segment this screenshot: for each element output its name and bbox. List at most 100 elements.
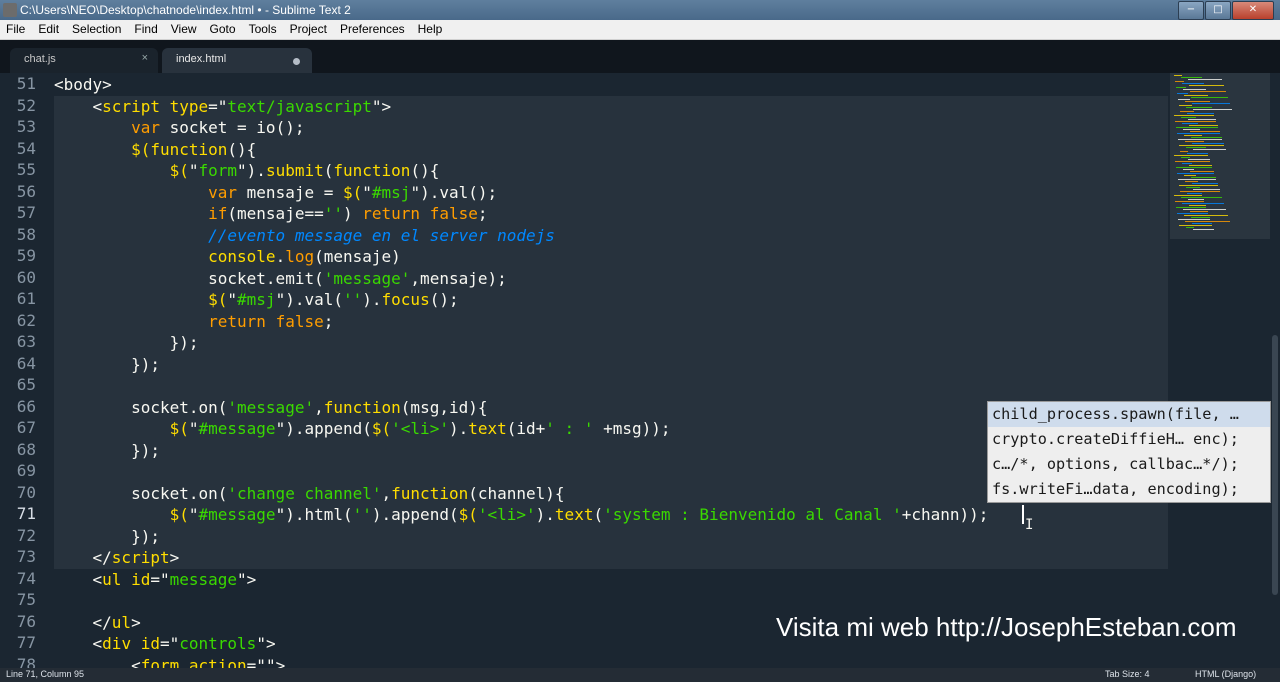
- code-line[interactable]: <body>: [54, 74, 112, 95]
- autocomplete-item[interactable]: child_process.spawn(file, …: [988, 402, 1270, 427]
- code-line[interactable]: <ul id="message">: [54, 569, 257, 590]
- code-line[interactable]: });: [54, 332, 199, 353]
- unsaved-dot-icon[interactable]: [293, 58, 300, 65]
- line-number: 62: [16, 310, 36, 330]
- code-line[interactable]: });: [54, 440, 160, 461]
- line-number: 78: [16, 654, 36, 669]
- menu-help[interactable]: Help: [412, 20, 450, 39]
- line-number: 60: [16, 267, 36, 287]
- tab-chat-js[interactable]: chat.js ×: [10, 48, 158, 73]
- minimap-line: [1189, 205, 1206, 206]
- line-number: 74: [16, 568, 36, 588]
- syntax-indicator[interactable]: HTML (Django): [1195, 669, 1256, 679]
- code-line[interactable]: });: [54, 354, 160, 375]
- code-token: socket = io();: [159, 118, 305, 137]
- code-line[interactable]: if(mensaje=='') return false;: [54, 203, 487, 224]
- code-line[interactable]: //evento message en el server nodejs: [54, 225, 555, 246]
- code-token: =": [150, 569, 170, 589]
- sublime-app-icon: [3, 3, 17, 17]
- code-line[interactable]: </ul>: [54, 612, 141, 633]
- tab-close-icon[interactable]: ×: [142, 52, 148, 64]
- code-line[interactable]: return false;: [54, 311, 333, 332]
- code-token: .: [275, 247, 286, 266]
- minimap-line: [1177, 93, 1188, 94]
- menu-tools[interactable]: Tools: [243, 20, 284, 39]
- code-token: ").html(: [275, 505, 353, 524]
- code-token: ": [188, 419, 199, 438]
- code-token: =": [208, 96, 228, 116]
- minimap-line: [1178, 219, 1210, 220]
- minimap-line: [1191, 97, 1228, 98]
- menu-preferences[interactable]: Preferences: [334, 20, 412, 39]
- menu-selection[interactable]: Selection: [66, 20, 128, 39]
- menu-edit[interactable]: Edit: [32, 20, 66, 39]
- autocomplete-item[interactable]: fs.writeFi…data, encoding);: [988, 477, 1270, 502]
- code-token: >: [169, 548, 180, 567]
- code-line[interactable]: $("form").submit(function(){: [54, 160, 440, 181]
- line-number: 54: [16, 138, 36, 158]
- code-token: return: [208, 311, 266, 331]
- code-line[interactable]: socket.on('message',function(msg,id){: [54, 397, 488, 418]
- code-token: });: [54, 526, 160, 546]
- minimap-line: [1176, 207, 1206, 208]
- autocomplete-popup[interactable]: child_process.spawn(file, … crypto.creat…: [987, 401, 1271, 503]
- line-number: 53: [16, 117, 36, 136]
- minimap-line: [1182, 203, 1224, 204]
- code-line[interactable]: var mensaje = $("#msj").val();: [54, 182, 497, 203]
- line-number: 75: [16, 590, 36, 609]
- code-line[interactable]: $("#message").html('').append($('<li>').…: [54, 504, 989, 525]
- autocomplete-item[interactable]: c…/*, options, callbac…*/);: [988, 452, 1270, 477]
- minimap-line: [1190, 131, 1220, 132]
- status-bar: Line 71, Column 95 Tab Size: 4 HTML (Dja…: [0, 668, 1280, 682]
- tab-index-html[interactable]: index.html: [162, 48, 312, 73]
- code-token: (msg,id){: [400, 397, 488, 417]
- minimap-line: [1191, 177, 1216, 178]
- code-token: form: [198, 161, 238, 180]
- selection-highlight: [54, 353, 1168, 375]
- code-editor[interactable]: 51 52 53 54 55 56 57 58 59 60 61 62 63 64 65 66 67 68 69 70…: [0, 73, 1170, 668]
- code-line[interactable]: </script>: [54, 547, 180, 568]
- minimap-line: [1189, 85, 1224, 86]
- line-number: 72: [16, 525, 36, 545]
- code-line[interactable]: socket.emit('message',mensaje);: [54, 268, 507, 289]
- text-cursor: [1022, 505, 1024, 524]
- minimap[interactable]: [1170, 73, 1270, 668]
- menu-view[interactable]: View: [165, 20, 204, 39]
- minimap-line: [1174, 115, 1214, 116]
- title-bar: C:\Users\NEO\Desktop\chatnode\index.html…: [0, 0, 1280, 20]
- code-token: mensaje =: [237, 182, 343, 202]
- code-token: 'change channel': [227, 483, 382, 503]
- menu-goto[interactable]: Goto: [204, 20, 243, 39]
- minimap-line: [1188, 159, 1210, 160]
- code-token: '<li>': [391, 419, 449, 438]
- menu-file[interactable]: File: [0, 20, 32, 39]
- code-token: });: [54, 440, 160, 460]
- code-token: console: [208, 247, 276, 266]
- code-line[interactable]: socket.on('change channel',function(chan…: [54, 483, 564, 504]
- maximize-button[interactable]: □: [1205, 1, 1231, 20]
- code-line[interactable]: $("#msj").val('').focus();: [54, 289, 458, 310]
- code-line[interactable]: <div id="controls">: [54, 633, 276, 654]
- minimize-button[interactable]: −: [1178, 1, 1204, 20]
- code-line[interactable]: <form action="">: [54, 655, 285, 669]
- code-line[interactable]: <script type="text/javascript">: [54, 96, 392, 117]
- minimap-line: [1189, 125, 1218, 126]
- tab-size-indicator[interactable]: Tab Size: 4: [1105, 669, 1150, 679]
- code-token: +msg));: [593, 419, 671, 438]
- mouse-ibeam-icon: I: [1025, 517, 1034, 533]
- code-line[interactable]: $(function(){: [54, 139, 256, 160]
- minimap-line: [1179, 225, 1212, 226]
- close-window-button[interactable]: ✕: [1232, 1, 1274, 20]
- autocomplete-item[interactable]: crypto.createDiffieH… enc);: [988, 427, 1270, 452]
- code-line[interactable]: var socket = io();: [54, 117, 304, 138]
- code-line[interactable]: });: [54, 526, 160, 547]
- code-token: <: [54, 634, 103, 653]
- minimap-line: [1192, 143, 1224, 144]
- minimap-line: [1175, 121, 1216, 122]
- code-line[interactable]: $("#message").append($('<li>').text(id+'…: [54, 418, 671, 439]
- scrollbar-thumb[interactable]: [1272, 335, 1278, 595]
- menu-project[interactable]: Project: [284, 20, 334, 39]
- menu-find[interactable]: Find: [128, 20, 164, 39]
- code-line[interactable]: console.log(mensaje): [54, 246, 401, 267]
- vertical-scrollbar[interactable]: [1270, 73, 1280, 668]
